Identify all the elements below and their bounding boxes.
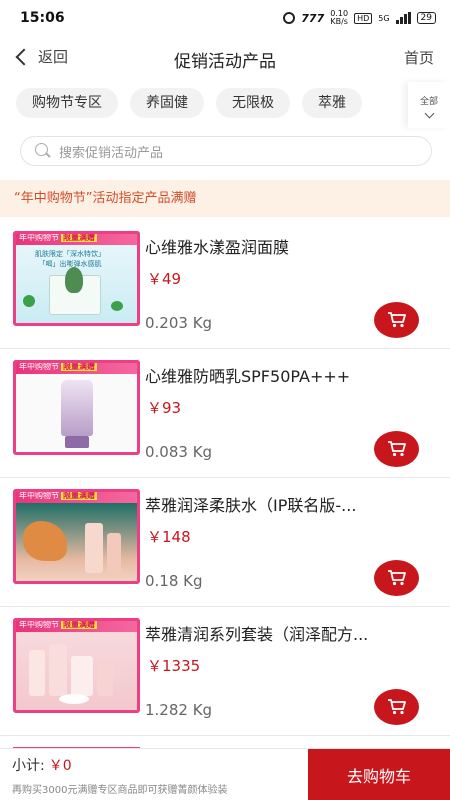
nav-header: 返回 促销活动产品 首页 [0,36,450,80]
search-input[interactable]: 搜索促销活动产品 [20,136,432,166]
product-weight: 1.282 Kg [145,701,213,719]
go-to-cart-button[interactable]: 去购物车 [308,749,450,800]
subtotal-label: 小计: [12,758,45,774]
tab-yanggujian[interactable]: 养固健 [130,88,204,118]
thumb-frame [13,231,140,326]
add-to-cart-button[interactable] [374,302,419,338]
signal-icon [395,12,411,24]
hd-badge: HD [354,12,373,24]
tab-strip: 购物节专区 养固健 无限极 萃雅 [0,82,410,118]
all-label: 全部 [419,96,438,107]
search-wrap: 搜索促销活动产品 [0,136,450,166]
product-item[interactable]: 年中购物节 限量满赠 肌肤限定「深水特饮」 「喝」出嘭弹水感肌 心维雅水漾盈润面膜… [0,220,450,349]
product-weight: 0.18 Kg [145,572,203,590]
category-tabs: 购物节专区 养固健 无限极 萃雅 全部 [0,82,450,132]
product-price: ￥1335 [147,657,201,675]
app-screen: 15:06 777 0.10 KB/s HD 5G 29 返回 促销活动产品 首… [0,0,450,800]
product-weight: 0.083 Kg [145,443,213,461]
add-to-cart-button[interactable] [374,560,419,596]
chevron-down-icon [424,108,434,118]
back-label: 返回 [38,48,69,66]
tab-shopping-festival[interactable]: 购物节专区 [16,88,118,118]
tab-cuiya[interactable]: 萃雅 [302,88,362,118]
status-time: 15:06 [20,10,65,26]
promo-banner: “年中购物节”活动指定产品满赠 [0,180,450,217]
subtotal-row: 小计: ￥0 [12,755,308,775]
product-price: ￥49 [147,270,182,288]
status-bar: 15:06 777 0.10 KB/s HD 5G 29 [0,0,450,36]
product-weight: 0.203 Kg [145,314,213,332]
product-item[interactable]: 年中购物节 限量满赠 萃雅清润系列套装（润泽配方... ￥1335 1.282 K… [0,607,450,736]
product-name: 萃雅润泽柔肤水（IP联名版-... [145,496,357,515]
thumb-frame [13,618,140,713]
signal-label: 5G [378,13,390,23]
shopping-cart-icon [387,570,406,586]
bottom-bar: 小计: ￥0 再购买3000元满赠专区商品即可获赠菁颜体验装 去购物车 [0,748,450,800]
tab-wuxianji[interactable]: 无限极 [216,88,290,118]
alarm-icon [283,12,296,24]
product-name: 萃雅清润系列套装（润泽配方... [145,625,369,644]
status-icons: 777 0.10 KB/s HD 5G 29 [283,10,436,26]
product-price: ￥93 [147,399,182,417]
subtotal-area: 小计: ￥0 再购买3000元满赠专区商品即可获赠菁颜体验装 [0,749,308,800]
product-list: 年中购物节 限量满赠 肌肤限定「深水特饮」 「喝」出嘭弹水感肌 心维雅水漾盈润面膜… [0,220,450,736]
shopping-cart-icon [387,312,406,328]
shopping-cart-icon [387,441,406,457]
search-icon [35,143,51,159]
back-button[interactable]: 返回 [14,46,68,67]
search-placeholder: 搜索促销活动产品 [59,145,164,161]
product-item[interactable]: 年中购物节 限量满赠 萃雅润泽柔肤水（IP联名版-... ￥148 0.18 Kg [0,478,450,607]
thumb-frame [13,360,140,455]
product-name: 心维雅水漾盈润面膜 [145,238,290,257]
battery-icon: 29 [416,12,436,24]
carrier-icon: 777 [301,11,325,25]
all-categories-toggle[interactable]: 全部 [408,82,450,128]
add-to-cart-button[interactable] [374,689,419,725]
home-link[interactable]: 首页 [404,47,434,68]
promo-note: 再购买3000元满赠专区商品即可获赠菁颜体验装 [12,785,228,796]
network-speed: 0.10 KB/s [330,9,349,26]
thumb-frame [13,489,140,584]
product-price: ￥148 [147,528,191,546]
add-to-cart-button[interactable] [374,431,419,467]
product-name: 心维雅防晒乳SPF50PA+++ [145,367,351,386]
subtotal-value: ￥0 [48,758,72,774]
chevron-left-icon [15,48,33,65]
shopping-cart-icon [387,699,406,715]
product-item[interactable]: 年中购物节 限量满赠 心维雅防晒乳SPF50PA+++ ￥93 0.083 Kg [0,349,450,478]
